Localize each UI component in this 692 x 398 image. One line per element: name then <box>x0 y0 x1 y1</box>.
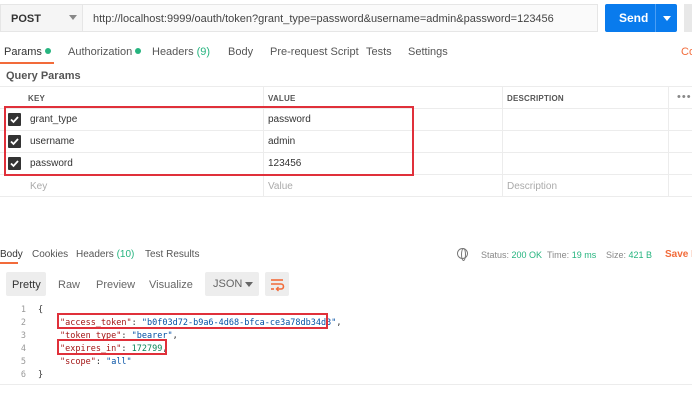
status-value: 200 OK <box>511 250 543 260</box>
response-tab-test-results[interactable]: Test Results <box>145 249 199 260</box>
column-divider <box>502 86 503 196</box>
tab-settings[interactable]: Settings <box>408 46 448 58</box>
new-description-input[interactable]: Description <box>507 181 557 192</box>
chevron-down-icon <box>245 282 253 287</box>
format-tab-pretty[interactable]: Pretty <box>12 279 41 291</box>
response-tab-cookies[interactable]: Cookies <box>32 249 68 260</box>
send-label: Send <box>619 11 649 25</box>
json-brace: } <box>38 370 44 380</box>
chevron-down-icon <box>69 15 77 20</box>
column-header-key: KEY <box>28 94 46 103</box>
tab-label: Headers <box>152 46 194 58</box>
tab-count: (10) <box>116 249 135 260</box>
code-line: { <box>38 305 43 315</box>
tab-params[interactable]: Params <box>4 46 51 58</box>
save-response-button[interactable]: Save R <box>665 249 692 260</box>
line-number: 2 <box>20 318 26 328</box>
chevron-down-icon[interactable] <box>663 16 671 21</box>
json-key: "scope" <box>60 357 96 367</box>
send-divider <box>655 4 656 32</box>
method-select[interactable]: POST <box>0 4 82 32</box>
column-divider <box>668 86 669 196</box>
json-string: "all" <box>106 357 132 367</box>
code-line: } <box>38 370 43 380</box>
column-header-description: DESCRIPTION <box>507 94 564 103</box>
time-label: Time: <box>547 250 570 260</box>
size-info: Size: 421 B <box>606 250 652 260</box>
format-tab-preview[interactable]: Preview <box>96 279 135 291</box>
time-value: 19 ms <box>571 250 597 260</box>
tab-label: Authorization <box>68 46 133 58</box>
tab-label: Pre-request Script <box>270 46 359 58</box>
tab-label: Params <box>4 46 42 58</box>
send-button[interactable]: Send <box>605 4 677 32</box>
new-value-input[interactable]: Value <box>268 181 293 192</box>
status-dot <box>44 48 51 54</box>
method-label: POST <box>11 13 41 25</box>
tab-label: Tests <box>366 46 392 58</box>
response-tab-body[interactable]: Body <box>0 249 23 260</box>
format-select[interactable]: JSON <box>205 272 259 296</box>
column-header-value: VALUE <box>268 94 296 103</box>
highlight-box <box>57 313 328 329</box>
format-value: JSON <box>213 278 243 290</box>
status-info: Status: 200 OK <box>481 250 542 260</box>
save-button[interactable] <box>684 4 692 32</box>
highlight-box <box>57 339 167 355</box>
cookies-link[interactable]: Co <box>681 46 692 58</box>
wrap-icon <box>271 279 285 292</box>
response-tab-headers[interactable]: Headers (10) <box>76 249 134 260</box>
line-number: 5 <box>20 357 26 367</box>
tab-headers[interactable]: Headers (9) <box>152 46 210 58</box>
url-input[interactable]: http://localhost:9999/oauth/token?grant_… <box>82 4 598 32</box>
format-tab-raw[interactable]: Raw <box>58 279 80 291</box>
table-border <box>0 86 692 87</box>
tab-body[interactable]: Body <box>228 46 253 58</box>
new-key-input[interactable]: Key <box>30 181 47 192</box>
line-number: 6 <box>20 370 26 380</box>
url-text: http://localhost:9999/oauth/token?grant_… <box>93 13 554 25</box>
status-dot <box>135 48 142 54</box>
line-number: 3 <box>20 331 26 341</box>
line-number: 4 <box>20 344 26 354</box>
json-brace: { <box>38 305 44 315</box>
highlight-box <box>4 106 414 176</box>
tab-count: (9) <box>196 46 211 58</box>
tab-label: Body <box>228 46 254 58</box>
code-line: "scope": "all" <box>60 357 132 367</box>
globe-icon[interactable] <box>457 248 468 261</box>
tab-tests[interactable]: Tests <box>366 46 392 58</box>
status-label: Status: <box>481 250 510 260</box>
wrap-lines-button[interactable] <box>265 272 289 296</box>
tab-authorization[interactable]: Authorization <box>68 46 142 58</box>
size-value: 421 B <box>628 250 653 260</box>
active-response-tab-indicator <box>0 262 18 264</box>
tab-label: Headers <box>76 249 114 260</box>
more-options-icon[interactable]: ••• <box>677 91 692 103</box>
query-params-title: Query Params <box>6 70 81 82</box>
time-info: Time: 19 ms <box>547 250 596 260</box>
tab-pre-request-script[interactable]: Pre-request Script <box>270 46 359 58</box>
bottom-divider <box>0 384 692 385</box>
tab-label: Settings <box>408 46 448 58</box>
line-number: 1 <box>20 305 26 315</box>
format-tab-visualize[interactable]: Visualize <box>149 279 193 291</box>
active-tab-indicator <box>0 62 54 64</box>
size-label: Size: <box>606 250 627 260</box>
table-divider <box>0 196 692 197</box>
